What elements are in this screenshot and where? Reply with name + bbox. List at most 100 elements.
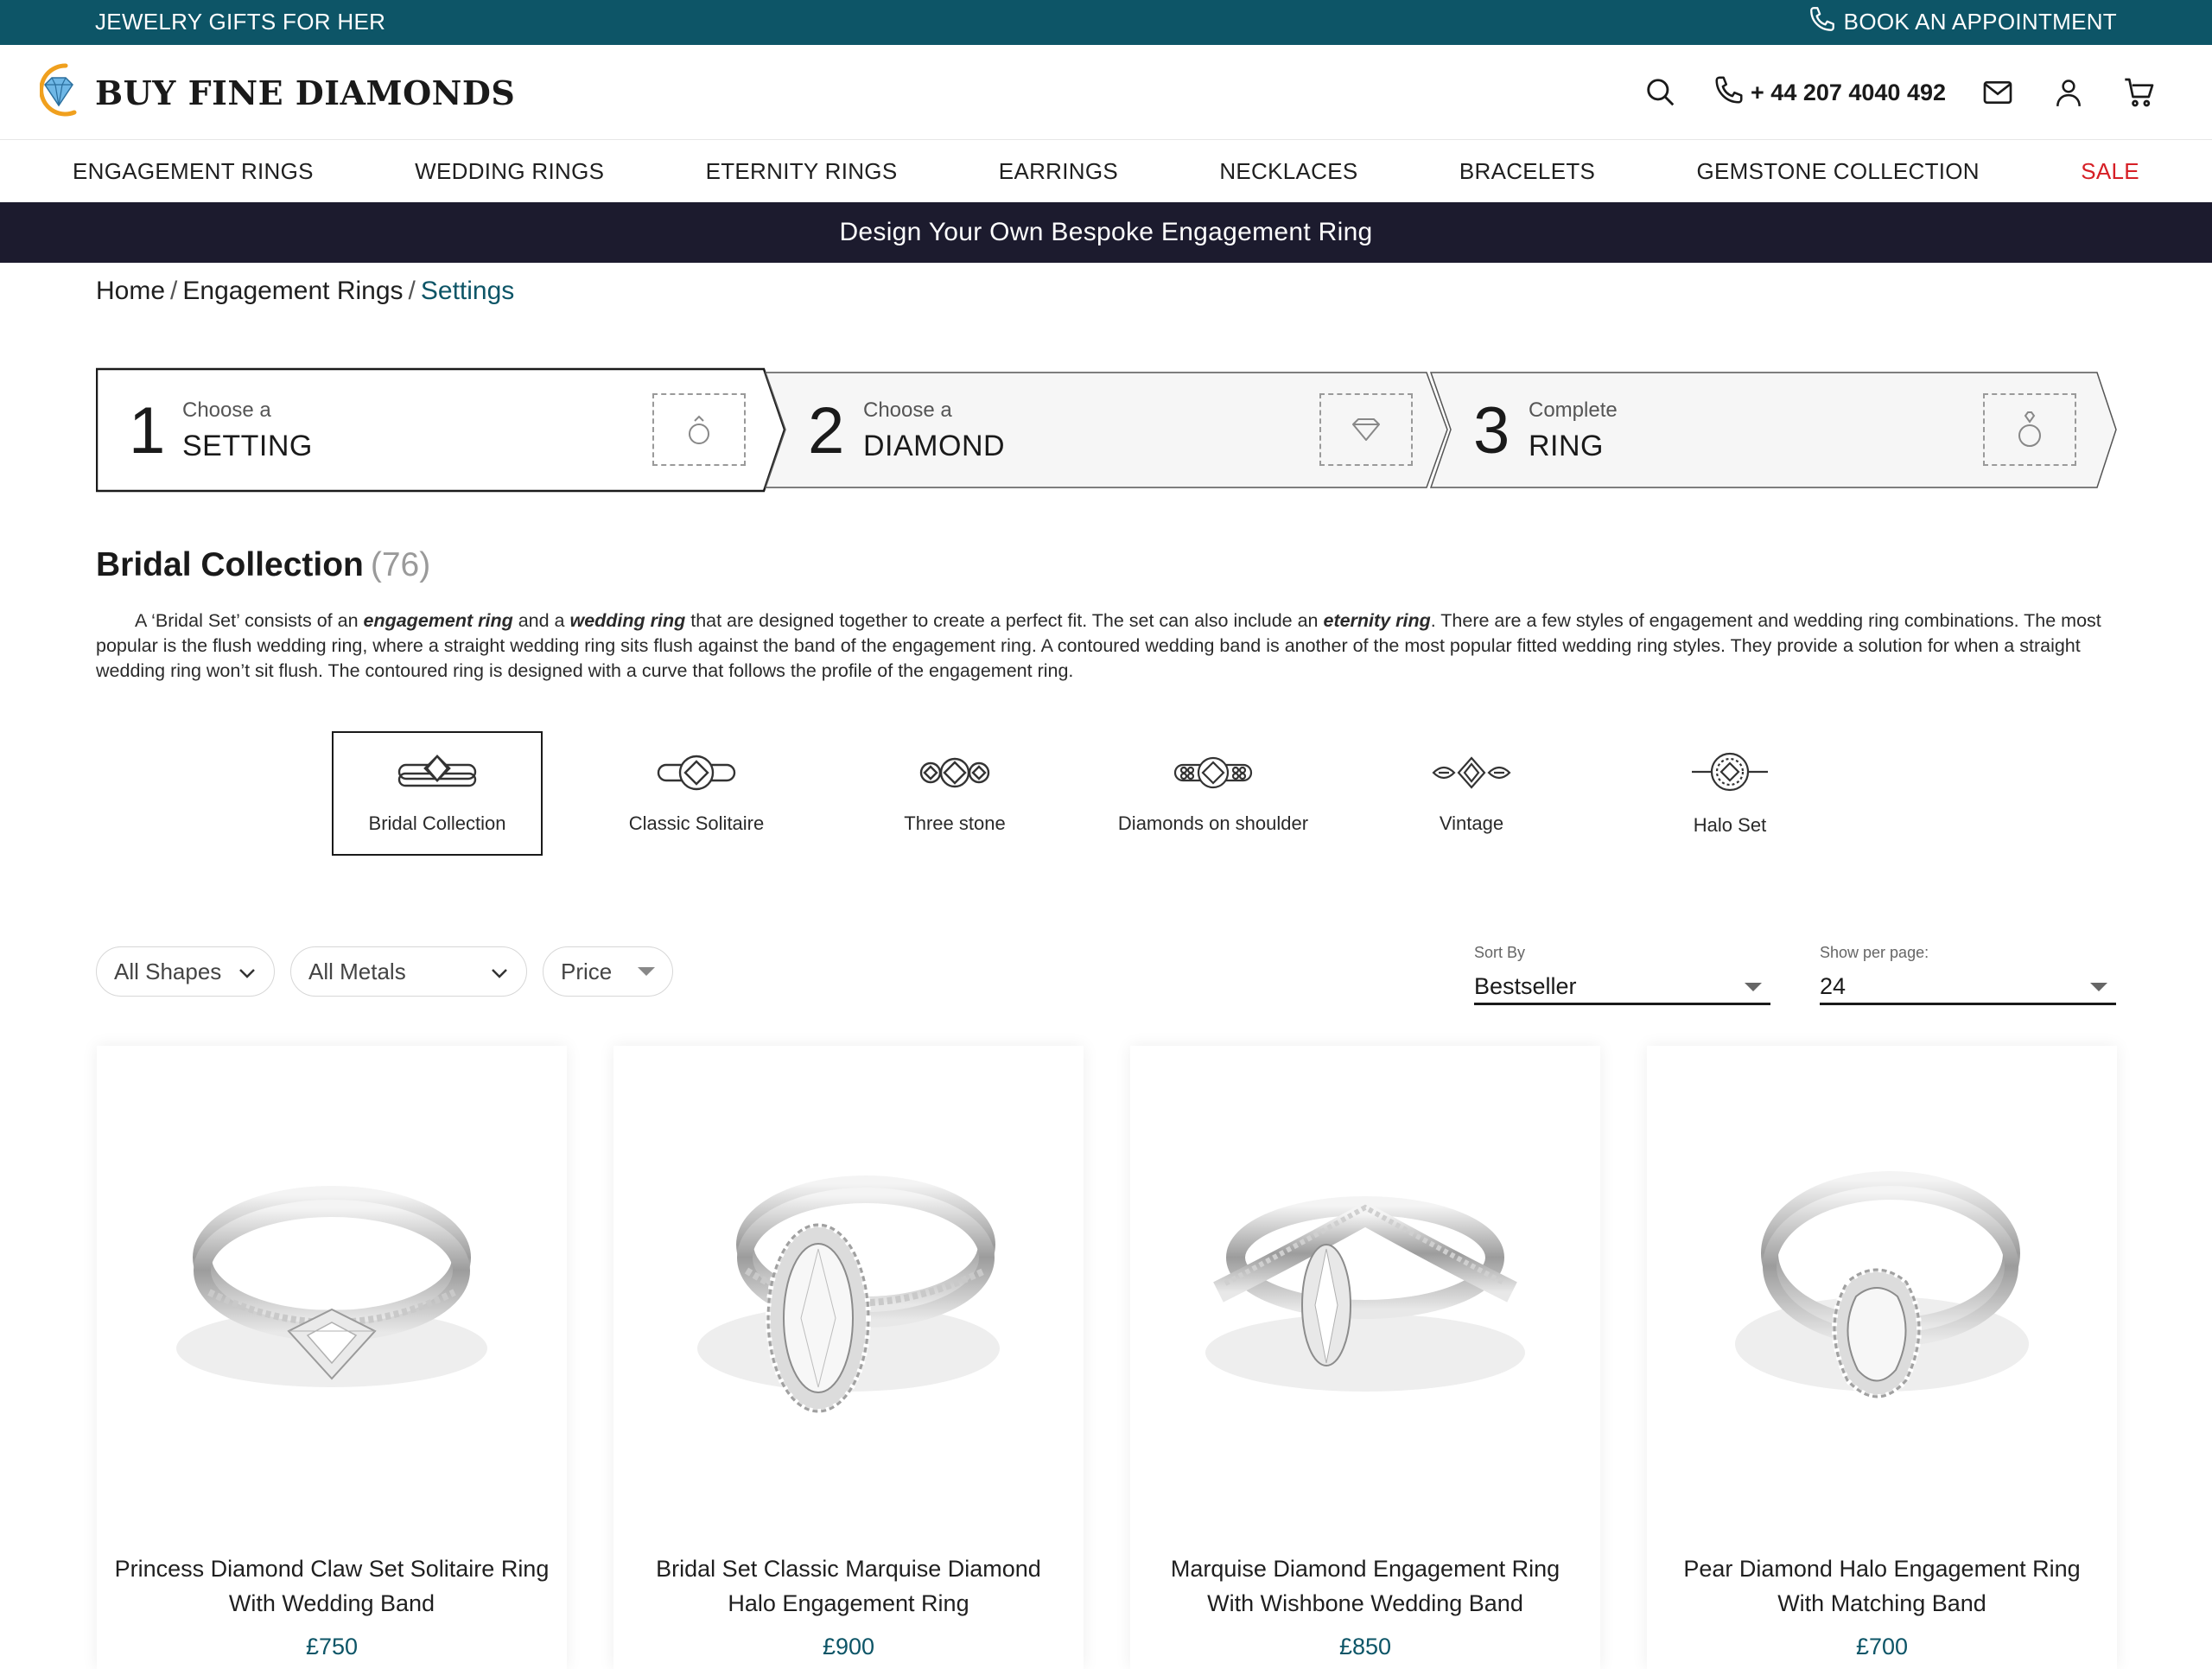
collection-name: Bridal Collection <box>96 546 364 583</box>
step-choose-diamond[interactable]: 2 Choose a DIAMOND <box>765 367 1456 493</box>
style-tile-bridal-collection[interactable]: Bridal Collection <box>332 731 543 856</box>
product-card[interactable]: Princess Diamond Claw Set Solitaire Ring… <box>97 1046 567 1669</box>
sort-by-select[interactable]: Sort By Bestseller <box>1474 944 1770 1005</box>
breadcrumb: Home / Engagement Rings / Settings <box>96 277 514 306</box>
step-number: 1 <box>129 394 166 468</box>
style-tile-three-stone[interactable]: Three stone <box>849 731 1060 856</box>
ring-photo-marquise-wishbone <box>1205 1196 1525 1392</box>
product-card[interactable]: Bridal Set Classic Marquise Diamond Halo… <box>613 1046 1084 1669</box>
collection-description: A ‘Bridal Set’ consists of an engagement… <box>96 608 2118 684</box>
style-tile-halo-set[interactable]: Halo Set <box>1624 731 1835 856</box>
metal-filter-label: All Metals <box>308 958 406 984</box>
style-label: Halo Set <box>1693 813 1767 836</box>
diamond-logo-icon <box>39 61 88 125</box>
metal-filter-dropdown[interactable]: All Metals <box>290 946 527 997</box>
jewelry-gifts-link[interactable]: JEWELRY GIFTS FOR HER <box>95 0 385 43</box>
mail-icon[interactable] <box>1979 73 2017 111</box>
step-caption: Choose a <box>863 398 952 422</box>
bespoke-banner[interactable]: Design Your Own Bespoke Engagement Ring <box>0 202 2212 263</box>
per-page-select[interactable]: Show per page: 24 <box>1820 944 2116 1005</box>
style-tile-diamonds-on-shoulder[interactable]: Diamonds on shoulder <box>1108 731 1319 856</box>
step-caption: Complete <box>1529 398 1618 422</box>
step-number: 2 <box>808 394 845 468</box>
phone-icon <box>1808 4 1837 40</box>
halo-icon <box>1688 751 1771 797</box>
banner-text: Design Your Own Bespoke Engagement Ring <box>839 218 1373 246</box>
caret-down-icon <box>638 967 655 976</box>
nav-necklaces[interactable]: NECKLACES <box>1219 158 1357 185</box>
step-choose-setting[interactable]: 1 Choose a SETTING <box>96 367 787 493</box>
top-promo-bar: JEWELRY GIFTS FOR HER BOOK AN APPOINTMEN… <box>0 0 2212 45</box>
book-appointment-link[interactable]: BOOK AN APPOINTMENT <box>1808 0 2117 43</box>
product-card[interactable]: Pear Diamond Halo Engagement Ring With M… <box>1647 1046 2117 1669</box>
main-navigation: ENGAGEMENT RINGS WEDDING RINGS ETERNITY … <box>0 140 2212 202</box>
style-tile-vintage[interactable]: Vintage <box>1366 731 1577 856</box>
vintage-icon <box>1430 753 1513 795</box>
shape-filter-label: All Shapes <box>114 958 222 984</box>
product-image[interactable] <box>613 1106 1084 1504</box>
diamond-icon <box>1319 393 1413 466</box>
shoulder-diamonds-icon <box>1172 753 1255 795</box>
product-name[interactable]: Pear Diamond Halo Engagement Ring With M… <box>1664 1551 2100 1621</box>
step-caption: Choose a <box>182 398 271 422</box>
ring-photo-princess <box>176 1186 487 1387</box>
price-filter-dropdown[interactable]: Price <box>543 946 673 997</box>
style-label: Classic Solitaire <box>628 812 765 834</box>
site-logo[interactable]: BUY FINE DIAMONDS <box>39 54 516 131</box>
product-price: £700 <box>1855 1634 1909 1659</box>
header-actions: + 44 207 4040 492 <box>1642 45 2158 140</box>
nav-wedding-rings[interactable]: WEDDING RINGS <box>415 158 604 185</box>
product-name[interactable]: Bridal Set Classic Marquise Diamond Halo… <box>631 1551 1066 1621</box>
product-image[interactable] <box>97 1106 567 1504</box>
desc-text: and a <box>512 610 570 631</box>
nav-engagement-rings[interactable]: ENGAGEMENT RINGS <box>73 158 314 185</box>
breadcrumb-home[interactable]: Home <box>96 277 165 305</box>
style-filter-tiles: Bridal Collection Classic Solitaire Thre… <box>332 731 1801 856</box>
solitaire-icon <box>655 753 738 795</box>
product-image[interactable] <box>1130 1106 1600 1504</box>
per-page-value-box[interactable]: 24 <box>1820 971 2116 1005</box>
step-number: 3 <box>1473 394 1510 468</box>
nav-gemstone-collection[interactable]: GEMSTONE COLLECTION <box>1697 158 1980 185</box>
product-name[interactable]: Marquise Diamond Engagement Ring With Wi… <box>1147 1551 1583 1621</box>
product-name[interactable]: Princess Diamond Claw Set Solitaire Ring… <box>114 1551 550 1621</box>
step-complete-ring[interactable]: 3 Complete RING <box>1430 367 2121 493</box>
logo-text: BUY FINE DIAMONDS <box>95 73 516 112</box>
search-icon[interactable] <box>1642 73 1680 111</box>
book-appointment-label: BOOK AN APPOINTMENT <box>1843 8 2117 35</box>
three-stone-icon <box>913 753 996 795</box>
desc-emphasis: wedding ring <box>569 610 686 631</box>
desc-emphasis: eternity ring <box>1323 610 1431 631</box>
style-tile-classic-solitaire[interactable]: Classic Solitaire <box>591 731 802 856</box>
style-label: Bridal Collection <box>368 812 506 834</box>
product-price: £850 <box>1338 1634 1392 1659</box>
product-card[interactable]: Marquise Diamond Engagement Ring With Wi… <box>1130 1046 1600 1669</box>
nav-bracelets[interactable]: BRACELETS <box>1459 158 1595 185</box>
ring-photo-pear-halo <box>1735 1171 2029 1399</box>
sort-by-value-box[interactable]: Bestseller <box>1474 971 1770 1005</box>
ring-with-diamond-icon <box>1983 393 2076 466</box>
breadcrumb-current: Settings <box>420 277 515 305</box>
nav-earrings[interactable]: EARRINGS <box>999 158 1118 185</box>
per-page-value: 24 <box>1820 973 1847 999</box>
step-title: RING <box>1529 430 1604 462</box>
phone-link[interactable]: + 44 207 4040 492 <box>1713 73 1946 112</box>
sort-by-value: Bestseller <box>1474 973 1577 999</box>
breadcrumb-engagement-rings[interactable]: Engagement Rings <box>182 277 403 305</box>
breadcrumb-separator: / <box>170 277 178 305</box>
nav-eternity-rings[interactable]: ETERNITY RINGS <box>706 158 898 185</box>
cart-icon[interactable] <box>2120 73 2158 111</box>
caret-down-icon <box>1745 982 1762 991</box>
phone-icon <box>1713 73 1745 112</box>
collection-title: Bridal Collection (76) <box>96 546 430 584</box>
product-image[interactable] <box>1647 1106 2117 1504</box>
desc-emphasis: engagement ring <box>363 610 513 631</box>
step-title: DIAMOND <box>863 430 1006 462</box>
shape-filter-dropdown[interactable]: All Shapes <box>96 946 275 997</box>
collection-count: (76) <box>370 546 431 583</box>
product-price: £900 <box>822 1634 875 1659</box>
desc-text: A ‘Bridal Set’ consists of an <box>135 610 364 631</box>
nav-sale[interactable]: SALE <box>2081 158 2139 185</box>
product-price: £750 <box>305 1634 359 1659</box>
user-icon[interactable] <box>2050 73 2088 111</box>
